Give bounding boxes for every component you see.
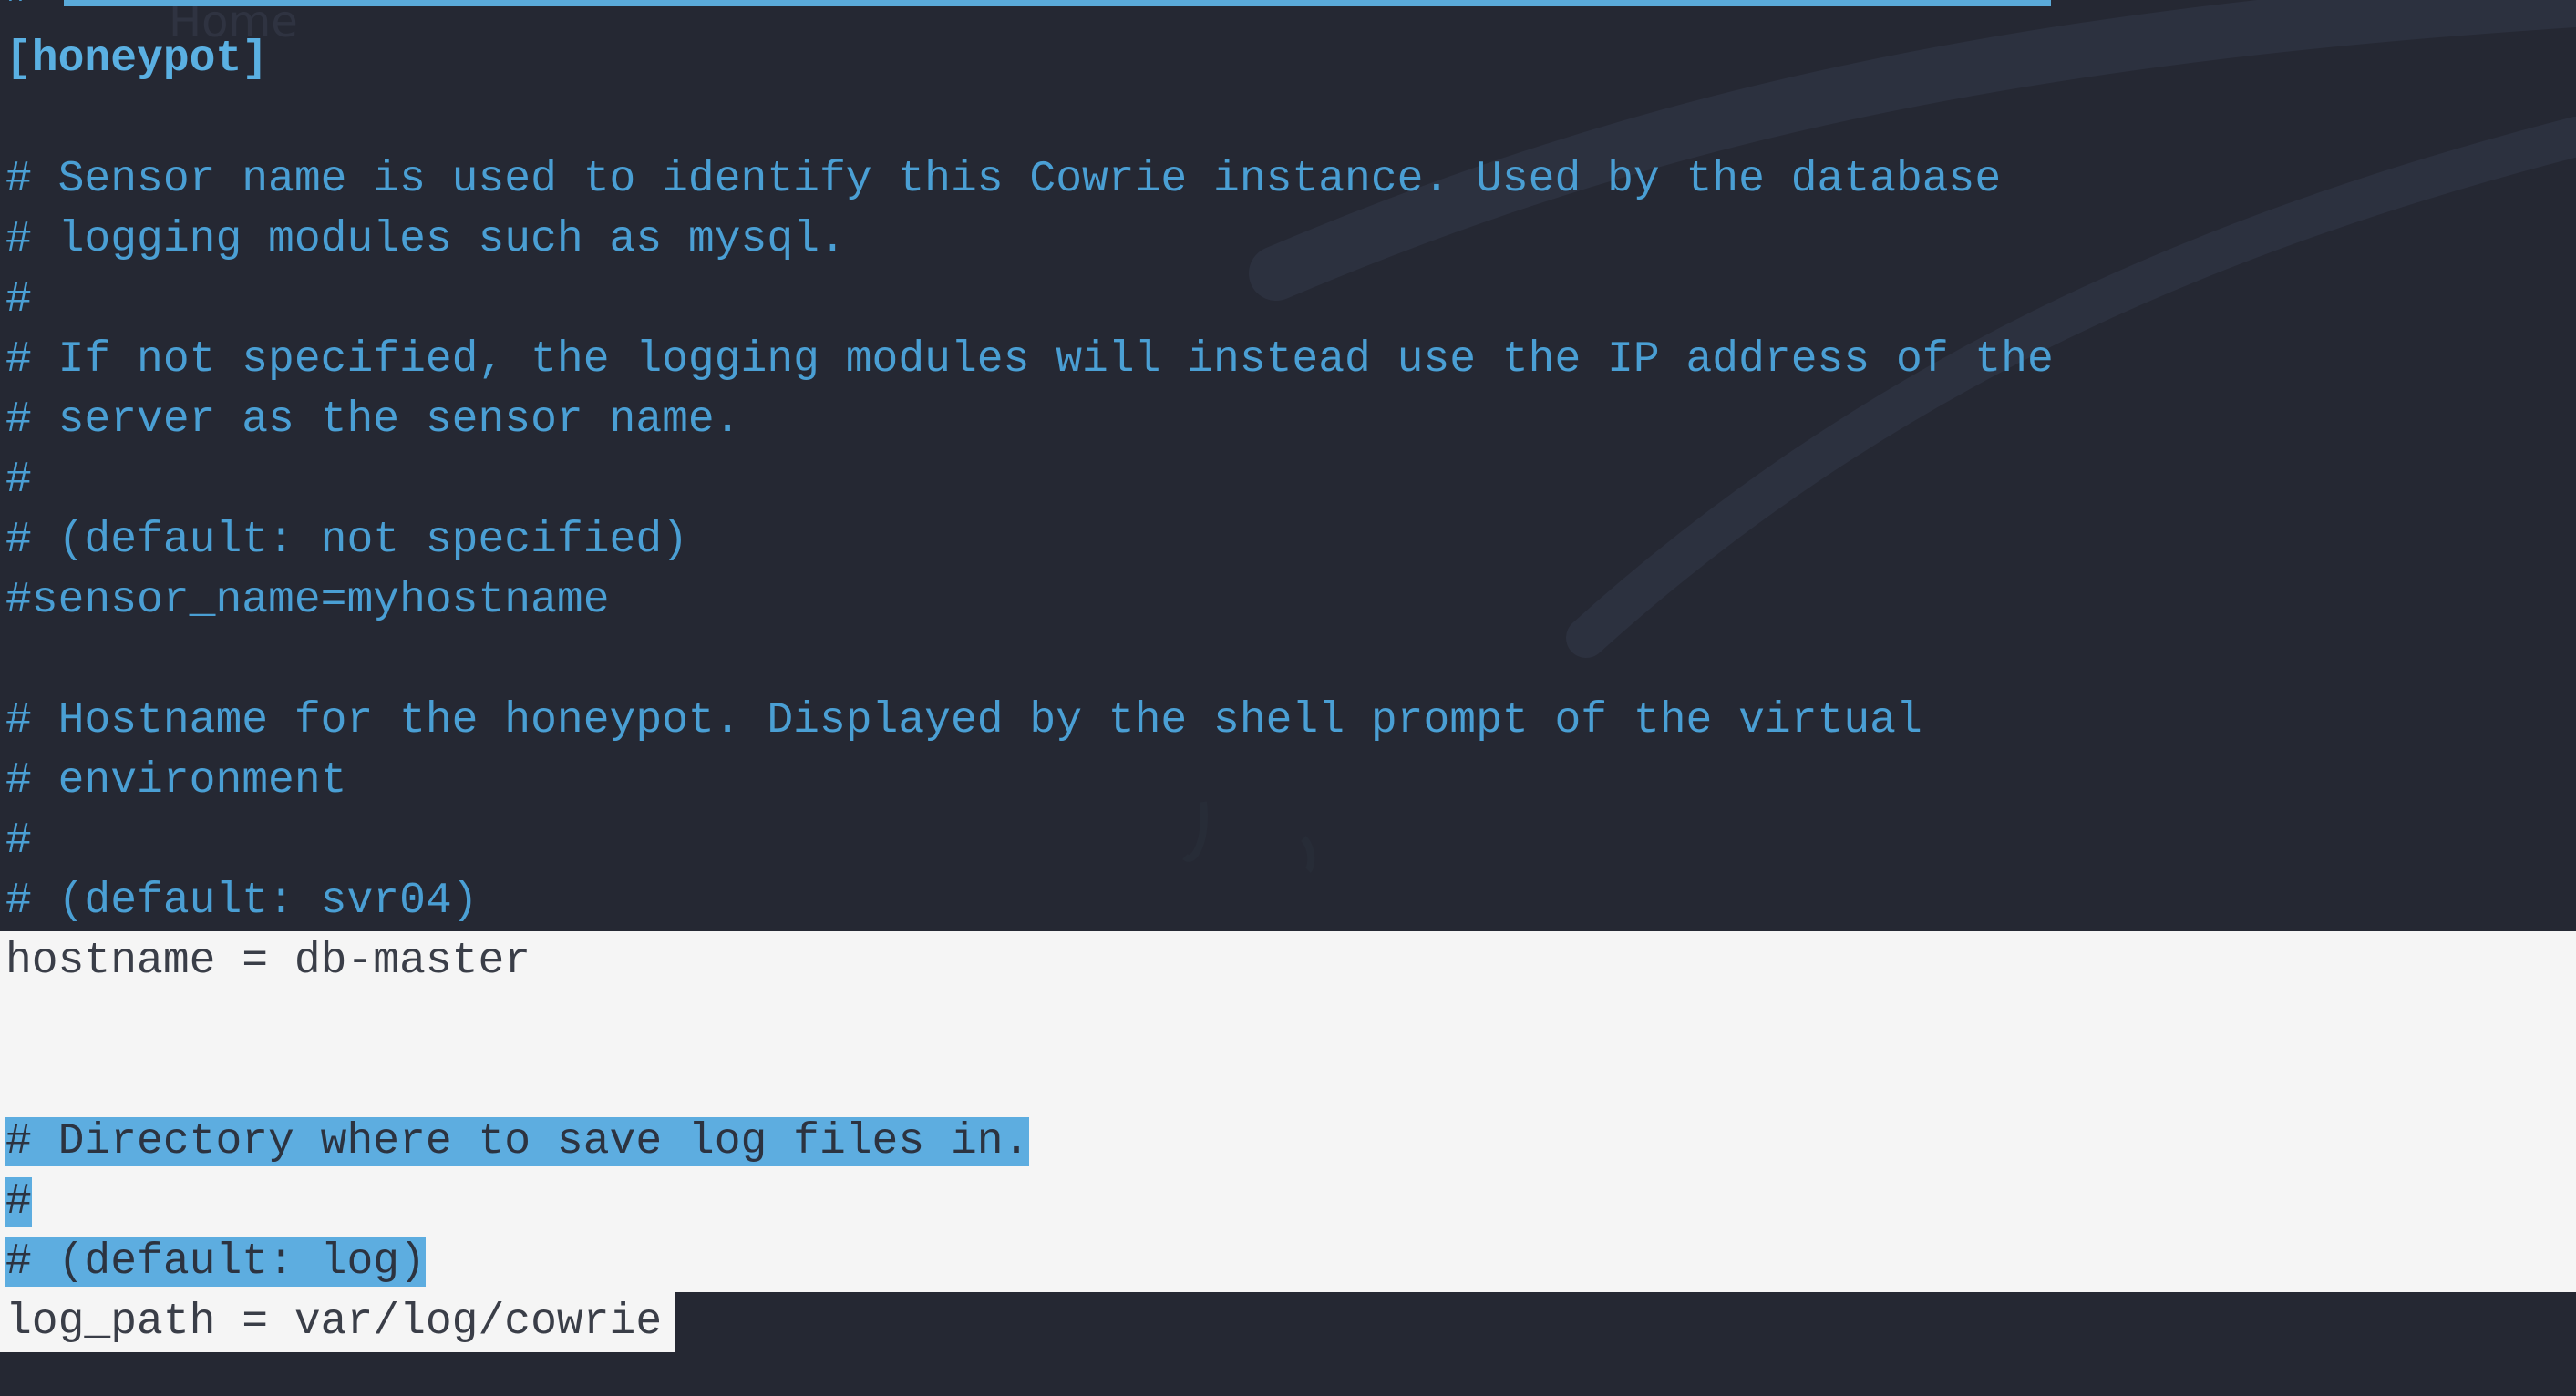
line-text: # logging modules such as mysql.: [5, 215, 846, 264]
line-text: hostname = db-master: [5, 937, 531, 986]
selection-bar-previous-line: [64, 0, 2051, 6]
text-editor[interactable]: [honeypot] # Sensor name is used to iden…: [0, 29, 2576, 1352]
comment-line: # environment: [0, 751, 2576, 811]
selected-text: # (default: log): [5, 1237, 426, 1287]
comment-line: #: [0, 270, 2576, 330]
comment-line: #: [0, 811, 2576, 871]
comment-line: # Sensor name is used to identify this C…: [0, 149, 2576, 210]
comment-line: # logging modules such as mysql.: [0, 210, 2576, 270]
comment-line: # server as the sensor name.: [0, 390, 2576, 450]
blank-line: [0, 991, 2576, 1052]
selected-comment-line[interactable]: # Directory where to save log files in.: [0, 1112, 2576, 1172]
line-text: #: [5, 816, 32, 866]
selected-text: # Directory where to save log files in.: [5, 1117, 1030, 1166]
line-text: # (default: svr04): [5, 877, 479, 926]
line-text: # Hostname for the honeypot. Displayed b…: [5, 696, 1922, 745]
comment-line: # Hostname for the honeypot. Displayed b…: [0, 691, 2576, 751]
line-text: log_path = var/log/cowrie: [0, 1292, 675, 1352]
line-text: #sensor_name=myhostname: [5, 576, 610, 625]
config-section-header: [honeypot]: [0, 29, 2576, 89]
selected-comment-line[interactable]: #: [0, 1172, 2576, 1232]
setting-log-path[interactable]: log_path = var/log/cowrie: [0, 1292, 2576, 1352]
comment-line: # If not specified, the logging modules …: [0, 330, 2576, 390]
comment-line: # (default: svr04): [0, 871, 2576, 931]
blank-line: [0, 1052, 2576, 1112]
line-text: # server as the sensor name.: [5, 395, 741, 445]
line-text: #: [5, 275, 32, 324]
comment-line: # (default: not specified): [0, 510, 2576, 570]
selected-comment-line[interactable]: # (default: log): [0, 1232, 2576, 1292]
line-text: # Sensor name is used to identify this C…: [5, 155, 2002, 204]
line-text: [honeypot]: [5, 35, 269, 84]
commented-setting-sensor-name: #sensor_name=myhostname: [0, 570, 2576, 631]
line-text: # environment: [5, 756, 347, 806]
line-text: #: [5, 456, 32, 505]
selected-text: #: [5, 1177, 32, 1227]
line-text: # (default: not specified): [5, 516, 688, 565]
comment-line: #: [0, 450, 2576, 510]
setting-hostname[interactable]: hostname = db-master: [0, 931, 2576, 991]
partial-comment-line: #: [5, 0, 32, 20]
line-text: # If not specified, the logging modules …: [5, 335, 2054, 385]
